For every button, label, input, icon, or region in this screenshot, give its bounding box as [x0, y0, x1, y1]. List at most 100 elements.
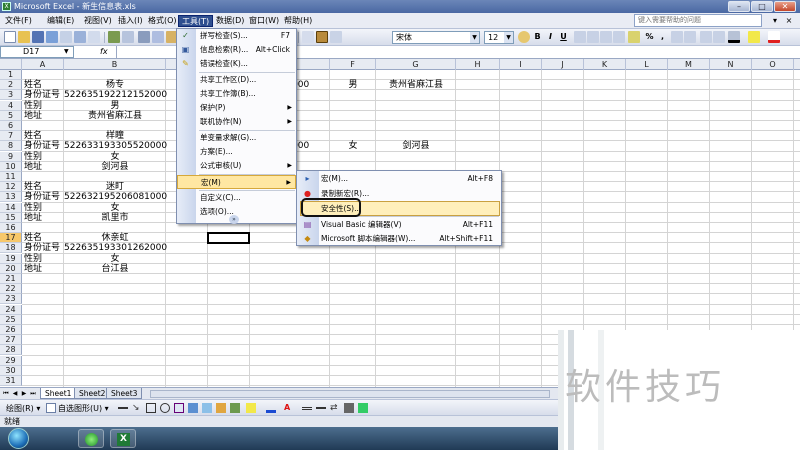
- column-header-n[interactable]: N: [710, 59, 752, 70]
- sheet-tab-sheet3[interactable]: Sheet3: [106, 388, 143, 399]
- menu-view[interactable]: 视图(V): [81, 15, 115, 27]
- row-header-29[interactable]: 29: [0, 355, 22, 366]
- cell-a5[interactable]: 地址: [24, 111, 42, 121]
- align-center-icon[interactable]: [587, 31, 599, 43]
- submenu-item-script-editor[interactable]: ◆ Microsoft 脚本编辑器(W)... Alt+Shift+F11: [297, 231, 501, 246]
- excel-taskbar-icon[interactable]: X: [110, 429, 136, 448]
- cell-a8[interactable]: 身份证号: [24, 141, 60, 151]
- row-header-13[interactable]: 13: [0, 192, 22, 203]
- row-header-15[interactable]: 15: [0, 212, 22, 223]
- cell-b14[interactable]: 女: [64, 203, 166, 213]
- row-header-11[interactable]: 11: [0, 172, 22, 182]
- windows-start-icon[interactable]: [8, 428, 29, 449]
- menu-item-scenarios[interactable]: 方案(E)...: [177, 145, 296, 159]
- row-header-18[interactable]: 18: [0, 243, 22, 254]
- wordart-icon[interactable]: [188, 403, 198, 413]
- first-sheet-icon[interactable]: ⏮: [2, 389, 10, 398]
- menu-window[interactable]: 窗口(W): [246, 15, 282, 27]
- row-header-14[interactable]: 14: [0, 202, 22, 213]
- permission-icon[interactable]: [46, 31, 58, 43]
- browser-taskbar-icon[interactable]: [78, 429, 104, 448]
- row-header-23[interactable]: 23: [0, 294, 22, 305]
- drawing-toggle-icon[interactable]: [316, 31, 328, 43]
- row-header-3[interactable]: 3: [0, 90, 22, 101]
- document-close-button[interactable]: ×: [784, 15, 794, 26]
- underline-button[interactable]: U: [558, 31, 569, 43]
- percent-button[interactable]: %: [644, 31, 655, 43]
- chart-wizard-icon[interactable]: [302, 31, 314, 43]
- menu-data[interactable]: 数据(D): [213, 15, 247, 27]
- column-header-o[interactable]: O: [752, 59, 794, 70]
- column-header-m[interactable]: M: [668, 59, 710, 70]
- chevron-down-icon[interactable]: ▼: [504, 32, 513, 43]
- cell-b3[interactable]: 522635192212152000: [64, 90, 167, 100]
- autoshapes-button[interactable]: 自选图形(U) ▾: [58, 401, 109, 416]
- chevron-down-icon[interactable]: ▼: [64, 48, 69, 55]
- row-header-22[interactable]: 22: [0, 284, 22, 295]
- chevron-down-icon[interactable]: ▾: [770, 15, 780, 26]
- increase-decimal-icon[interactable]: [671, 31, 683, 43]
- menu-item-formula-auditing[interactable]: 公式审核(U) ▶: [177, 159, 296, 173]
- dash-style-icon[interactable]: [316, 403, 326, 409]
- menu-item-share-workbook[interactable]: 共享工作簿(B)...: [177, 87, 296, 101]
- cell-b9[interactable]: 女: [64, 152, 166, 162]
- cell-a15[interactable]: 地址: [24, 213, 42, 223]
- cell-b5[interactable]: 贵州省麻江县: [64, 111, 166, 121]
- borders-icon[interactable]: [728, 31, 740, 43]
- row-header-17[interactable]: 17: [0, 233, 22, 244]
- row-header-25[interactable]: 25: [0, 314, 22, 325]
- arrow-style-icon[interactable]: ⇄: [330, 403, 340, 413]
- cell-b10[interactable]: 剑河县: [64, 162, 166, 172]
- row-header-5[interactable]: 5: [0, 110, 22, 121]
- increase-indent-icon[interactable]: [713, 31, 725, 43]
- open-folder-icon[interactable]: [18, 31, 30, 43]
- merge-center-icon[interactable]: [613, 31, 625, 43]
- diagram-icon[interactable]: [202, 403, 212, 413]
- sheet-tab-sheet2[interactable]: Sheet2: [74, 388, 111, 399]
- spellcheck-icon[interactable]: [108, 31, 120, 43]
- cell-b4[interactable]: 男: [64, 101, 166, 111]
- maximize-button[interactable]: □: [751, 1, 773, 12]
- column-header-l[interactable]: L: [626, 59, 668, 70]
- row-header-6[interactable]: 6: [0, 121, 22, 131]
- column-header-k[interactable]: K: [584, 59, 626, 70]
- row-header-8[interactable]: 8: [0, 141, 22, 152]
- cell-a14[interactable]: 性别: [24, 203, 42, 213]
- decrease-decimal-icon[interactable]: [684, 31, 696, 43]
- next-sheet-icon[interactable]: ▶: [20, 389, 28, 398]
- line-icon[interactable]: [118, 403, 128, 409]
- row-header-21[interactable]: 21: [0, 274, 22, 284]
- name-box[interactable]: D17: [0, 46, 74, 58]
- row-header-12[interactable]: 12: [0, 182, 22, 193]
- line-style-icon[interactable]: [302, 403, 312, 410]
- cell-a3[interactable]: 身份证号: [24, 90, 60, 100]
- font-color-icon[interactable]: [768, 31, 780, 43]
- new-document-icon[interactable]: [4, 31, 16, 43]
- draw-menu-button[interactable]: 绘图(R) ▾: [6, 401, 40, 416]
- cell-a7[interactable]: 姓名: [24, 131, 42, 141]
- column-header-b[interactable]: B: [64, 59, 166, 70]
- column-header-j[interactable]: J: [542, 59, 584, 70]
- cell-a13[interactable]: 身份证号: [24, 192, 60, 202]
- cell-a18[interactable]: 身份证号: [24, 243, 60, 253]
- cell-g8[interactable]: 剑河县: [376, 141, 456, 151]
- cell-a10[interactable]: 地址: [24, 162, 42, 172]
- row-header-1[interactable]: 1: [0, 70, 22, 80]
- row-header-24[interactable]: 24: [0, 304, 22, 315]
- zoom-icon[interactable]: [330, 31, 342, 43]
- horizontal-scrollbar[interactable]: [150, 390, 550, 398]
- font-size-select[interactable]: 12 ▼: [484, 31, 514, 44]
- row-header-30[interactable]: 30: [0, 365, 22, 376]
- font-name-select[interactable]: 宋体 ▼: [392, 31, 480, 44]
- cell-a20[interactable]: 地址: [24, 264, 42, 274]
- textbox-icon[interactable]: [174, 403, 184, 413]
- sheet-tab-sheet1[interactable]: Sheet1: [40, 388, 77, 399]
- active-cell-d17[interactable]: [207, 232, 250, 245]
- print-preview-icon[interactable]: [88, 31, 100, 43]
- menu-item-customize[interactable]: 自定义(C)...: [177, 191, 296, 205]
- save-icon[interactable]: [32, 31, 44, 43]
- italic-button[interactable]: I: [545, 31, 556, 43]
- menu-item-shared-workspace[interactable]: 共享工作区(D)...: [177, 73, 296, 87]
- column-header-f[interactable]: F: [330, 59, 376, 70]
- currency-icon[interactable]: [628, 31, 640, 43]
